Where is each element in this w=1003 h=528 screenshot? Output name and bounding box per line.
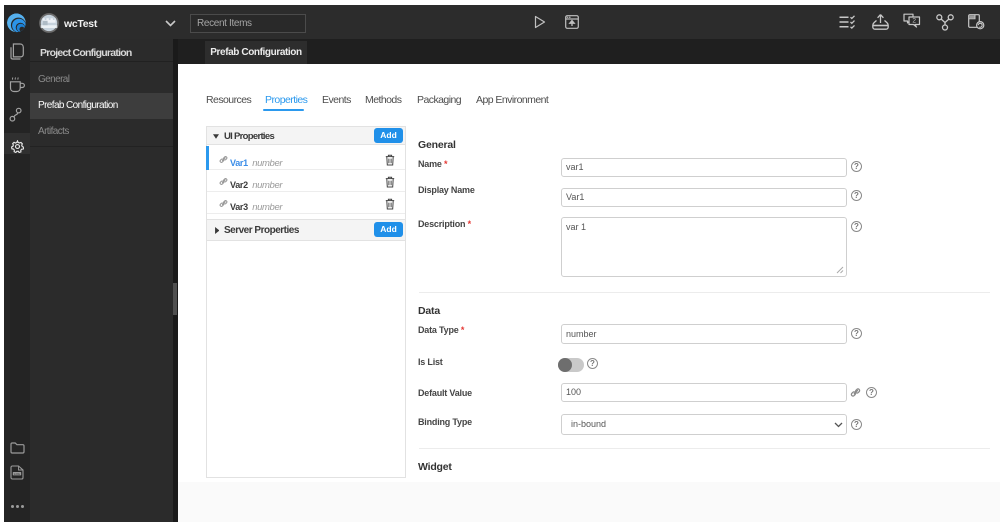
svg-text:2: 2: [912, 18, 916, 25]
svg-text:LOG: LOG: [14, 472, 20, 476]
